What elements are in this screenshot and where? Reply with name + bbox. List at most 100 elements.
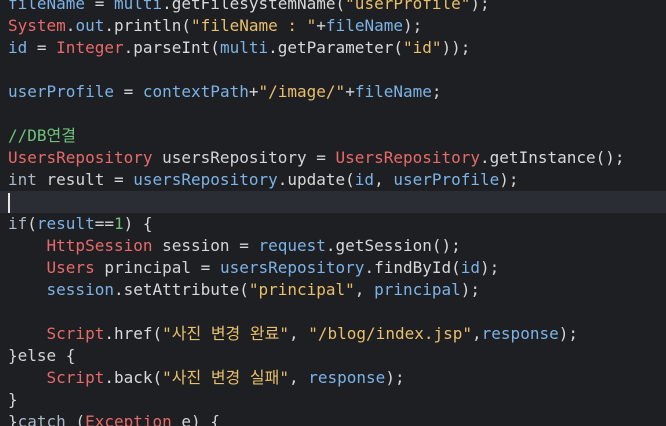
- code-token-default: [8, 236, 47, 255]
- code-token-default: e) {: [171, 412, 220, 426]
- code-token-punct: );: [480, 258, 500, 277]
- code-token-punct: ,: [472, 324, 482, 343]
- code-line[interactable]: HttpSession session = request.getSession…: [8, 235, 666, 257]
- code-line[interactable]: fileName = multi.getFilesystemName("user…: [8, 0, 666, 15]
- code-token-punct: );: [402, 16, 423, 35]
- code-token-default: usersRepository =: [152, 148, 336, 167]
- code-token-method: .parseInt(: [123, 38, 220, 57]
- code-line[interactable]: ​: [8, 301, 666, 323]
- code-token-var: principal: [374, 280, 461, 299]
- code-line[interactable]: }else {: [8, 345, 666, 367]
- code-token-punct: );: [499, 170, 519, 189]
- code-line[interactable]: }: [8, 389, 666, 411]
- code-token-var: request: [258, 236, 326, 255]
- code-token-punct: ));: [441, 38, 471, 57]
- code-token-punct: ,: [288, 324, 309, 343]
- code-area[interactable]: fileName = multi.getFilesystemName("user…: [0, 0, 666, 426]
- code-token-method: .setAttribute(: [113, 280, 249, 299]
- code-line[interactable]: Users principal = usersRepository.findBy…: [8, 257, 666, 279]
- code-line[interactable]: session.setAttribute("principal", princi…: [8, 279, 666, 301]
- code-token-keyword: int: [8, 170, 37, 189]
- code-token-punct: .: [65, 16, 76, 35]
- code-token-string: "id": [402, 38, 442, 57]
- code-token-var: id: [460, 258, 481, 277]
- code-token-punct: (: [27, 214, 37, 233]
- code-line[interactable]: if(result==1) {: [8, 213, 666, 235]
- code-token-method: .getInstance();: [480, 148, 625, 167]
- code-line[interactable]: System.out.println("fileName : "+fileNam…: [8, 15, 666, 37]
- code-token-punct: ,: [288, 368, 309, 387]
- code-token-punct: );: [470, 0, 490, 13]
- code-token-punct: =: [113, 82, 143, 101]
- code-token-string: "/blog/index.jsp": [308, 324, 473, 343]
- code-token-type: UsersRepository: [335, 148, 481, 167]
- code-token-var: fileName: [325, 16, 403, 35]
- code-token-type: System: [8, 16, 66, 35]
- code-line[interactable]: ​: [8, 103, 666, 125]
- code-token-method: .findById(: [364, 258, 461, 277]
- code-token-default: result =: [36, 170, 134, 189]
- code-token-punct: ,: [354, 280, 375, 299]
- code-token-method: .getSession();: [325, 236, 461, 255]
- code-token-punct: }: [8, 412, 18, 426]
- code-line[interactable]: }catch (Exception e) {: [8, 411, 666, 426]
- code-token-punct: (: [65, 412, 86, 426]
- code-token-punct: }: [8, 390, 18, 409]
- code-line-current[interactable]: [0, 191, 666, 213]
- code-token-var: out: [75, 16, 105, 35]
- code-token-punct: =: [85, 0, 114, 13]
- code-line[interactable]: Script.back("사진 변경 실패", response);: [8, 367, 666, 389]
- code-line[interactable]: userProfile = contextPath+"/image/"+file…: [8, 81, 666, 103]
- code-token-method: .href(: [104, 324, 163, 343]
- code-token-method: .println(: [104, 16, 192, 35]
- code-token-method: .back(: [104, 368, 163, 387]
- code-token-var: contextPath: [142, 82, 249, 101]
- code-token-punct: }else {: [8, 346, 76, 365]
- code-line[interactable]: id = Integer.parseInt(multi.getParameter…: [8, 37, 666, 59]
- code-token-var: response: [481, 324, 559, 343]
- code-token-punct: );: [460, 280, 481, 299]
- code-token-string: "/image/": [258, 82, 346, 101]
- code-token-var: id: [8, 38, 28, 57]
- code-token-default: [8, 368, 47, 387]
- code-token-var: usersRepository: [133, 170, 278, 189]
- code-token-var: userProfile: [8, 82, 114, 101]
- code-token-default: principal =: [94, 258, 220, 277]
- code-token-default: [8, 324, 47, 343]
- code-token-default: [8, 280, 47, 299]
- code-token-keyword: catch: [17, 412, 66, 426]
- code-token-punct: ;: [431, 82, 442, 101]
- code-line[interactable]: UsersRepository usersRepository = UsersR…: [8, 147, 666, 169]
- code-token-number: 1: [113, 214, 124, 233]
- code-token-default: [8, 258, 47, 277]
- code-token-var: session: [46, 280, 114, 299]
- code-line[interactable]: Script.href("사진 변경 완료", "/blog/index.jsp…: [8, 323, 666, 345]
- code-token-punct: =: [27, 38, 57, 57]
- code-token-var: userProfile: [393, 170, 500, 189]
- code-token-var: response: [308, 368, 386, 387]
- code-token-type: Integer: [56, 38, 124, 57]
- code-token-string: "userProfile": [345, 0, 471, 13]
- code-token-method: .update(: [277, 170, 355, 189]
- code-token-punct: );: [385, 368, 405, 387]
- code-token-var: result: [36, 214, 95, 233]
- code-token-keyword: if: [8, 214, 28, 233]
- code-line[interactable]: ​: [8, 59, 666, 81]
- code-token-string: "사진 변경 실패": [162, 368, 289, 387]
- code-line[interactable]: //DB연결: [8, 125, 666, 147]
- code-token-punct: ) {: [123, 214, 153, 233]
- code-token-var: id: [354, 170, 375, 189]
- text-caret: [8, 192, 10, 213]
- code-token-type: HttpSession: [46, 236, 153, 255]
- code-token-string: "fileName : ": [191, 16, 317, 35]
- code-token-punct: ,: [374, 170, 394, 189]
- code-token-var: fileName: [8, 0, 86, 13]
- code-token-type: Script: [46, 368, 105, 387]
- code-editor[interactable]: fileName = multi.getFilesystemName("user…: [0, 0, 666, 426]
- code-token-comment: //DB연결: [8, 126, 76, 145]
- code-token-punct: ==: [94, 214, 114, 233]
- code-token-method: .getParameter(: [268, 38, 403, 57]
- code-token-string: "사진 변경 완료": [162, 324, 289, 343]
- code-line[interactable]: int result = usersRepository.update(id, …: [8, 169, 666, 191]
- code-token-string: "principal": [248, 280, 355, 299]
